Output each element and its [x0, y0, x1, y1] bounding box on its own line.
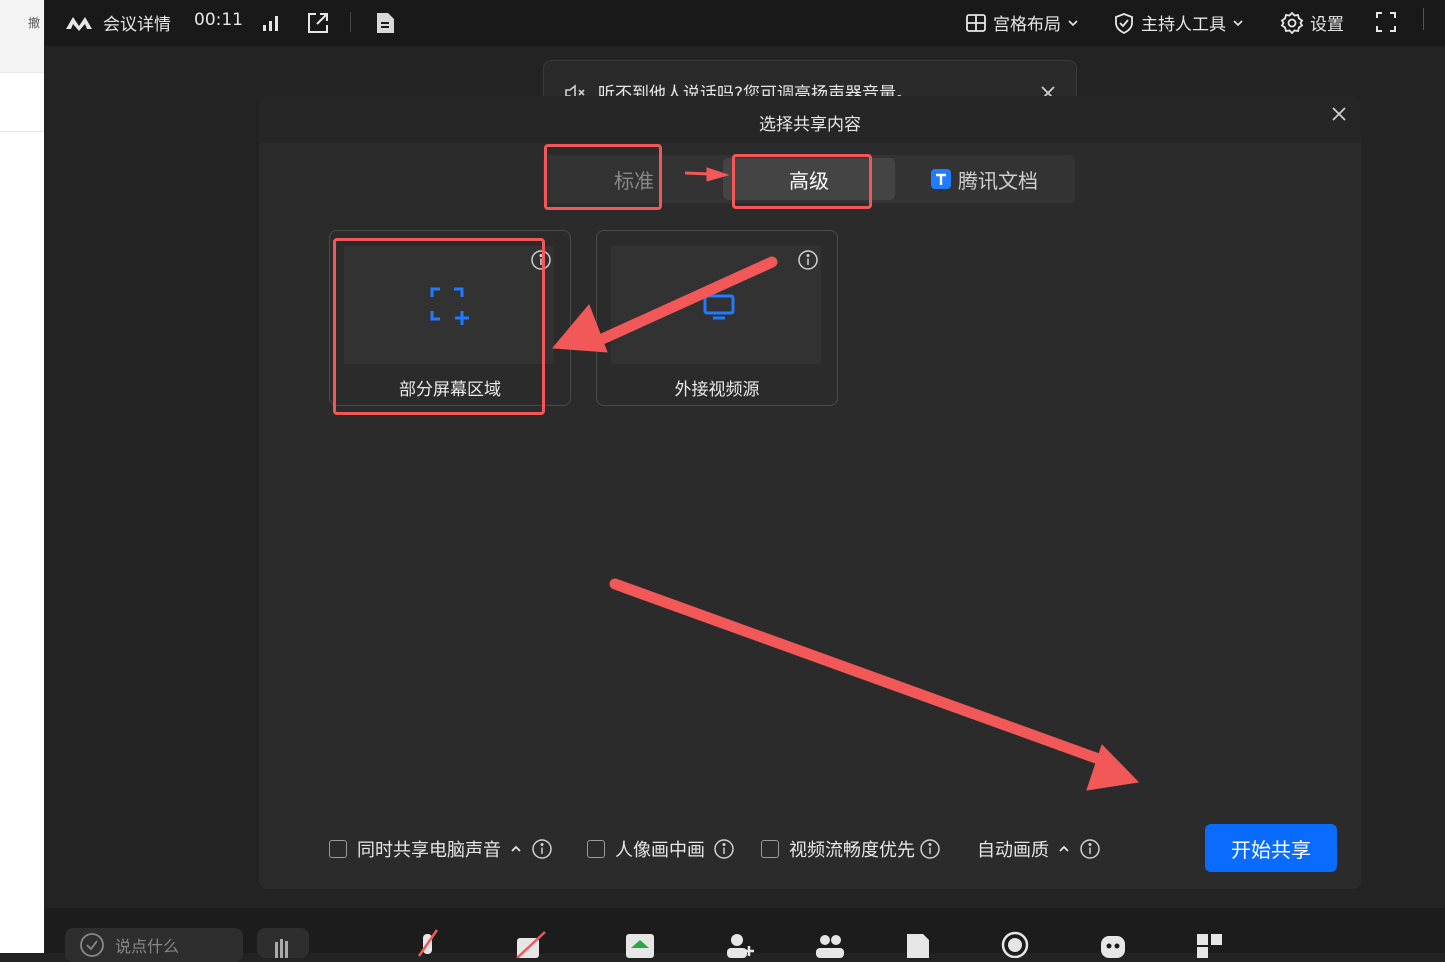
share-screen-icon[interactable] — [625, 928, 655, 958]
assistant-bot-icon[interactable] — [1097, 928, 1129, 958]
meeting-window: 会议详情 00:11 宫格布局 主持人工具 设置 听不到他人说话吗?您可调高扬声… — [45, 0, 1445, 962]
invite-icon[interactable] — [723, 928, 757, 958]
annotation-arrows — [551, 167, 1140, 791]
undo-label[interactable]: 撤 — [28, 14, 40, 31]
microphone-muted-icon[interactable] — [413, 928, 443, 958]
bottom-toolbar: 说点什么 — [45, 908, 1445, 962]
document-icon[interactable] — [903, 928, 933, 958]
raise-hand-button[interactable] — [257, 928, 309, 958]
hand-icon — [275, 939, 288, 958]
left-app-strip: 撤 — [0, 0, 44, 953]
annotation-arrow-tabs — [684, 171, 711, 176]
annotation-arrowhead-card — [551, 304, 608, 353]
chat-input[interactable]: 说点什么 — [65, 928, 243, 962]
camera-off-icon[interactable] — [515, 928, 549, 958]
chat-placeholder: 说点什么 — [115, 937, 180, 956]
check-circle-icon — [80, 933, 104, 957]
apps-icon[interactable] — [1195, 928, 1225, 958]
members-icon[interactable] — [813, 928, 847, 958]
annotation-arrowhead-tabs — [706, 167, 730, 182]
record-icon[interactable] — [1000, 928, 1030, 958]
annotation-arrow-card — [594, 256, 778, 346]
annotation-arrow-start — [609, 578, 1113, 768]
